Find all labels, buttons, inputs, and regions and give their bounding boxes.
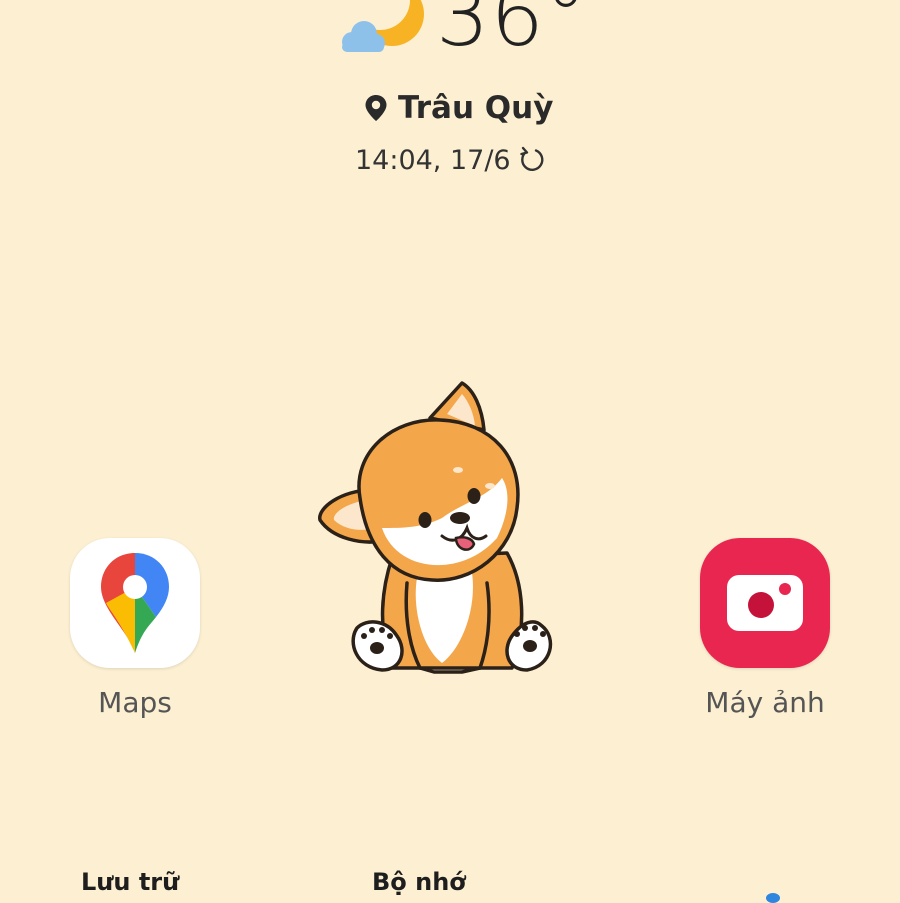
moon-cloud-icon <box>342 0 424 52</box>
app-label-maps: Maps <box>98 686 172 719</box>
shiba-puppy-illustration <box>318 381 553 674</box>
temperature-value: 36° <box>436 0 588 65</box>
weather-updated: 14:04, 17/6 <box>355 140 547 180</box>
camera-icon[interactable] <box>700 538 830 668</box>
updated-time: 14:04, 17/6 <box>355 144 511 176</box>
app-label-camera: Máy ảnh <box>705 686 825 719</box>
location-name: Trâu Quỳ <box>398 90 554 126</box>
widget-peek-icon <box>766 893 780 903</box>
memory-widget-title[interactable]: Bộ nhớ <box>372 868 466 896</box>
refresh-icon[interactable] <box>517 145 547 175</box>
location-pin-icon <box>365 95 387 121</box>
app-camera[interactable]: Máy ảnh <box>695 538 835 719</box>
storage-widget-title[interactable]: Lưu trữ <box>81 868 179 896</box>
app-maps[interactable]: Maps <box>65 538 205 719</box>
weather-location: Trâu Quỳ <box>364 88 553 128</box>
google-maps-icon[interactable] <box>70 538 200 668</box>
